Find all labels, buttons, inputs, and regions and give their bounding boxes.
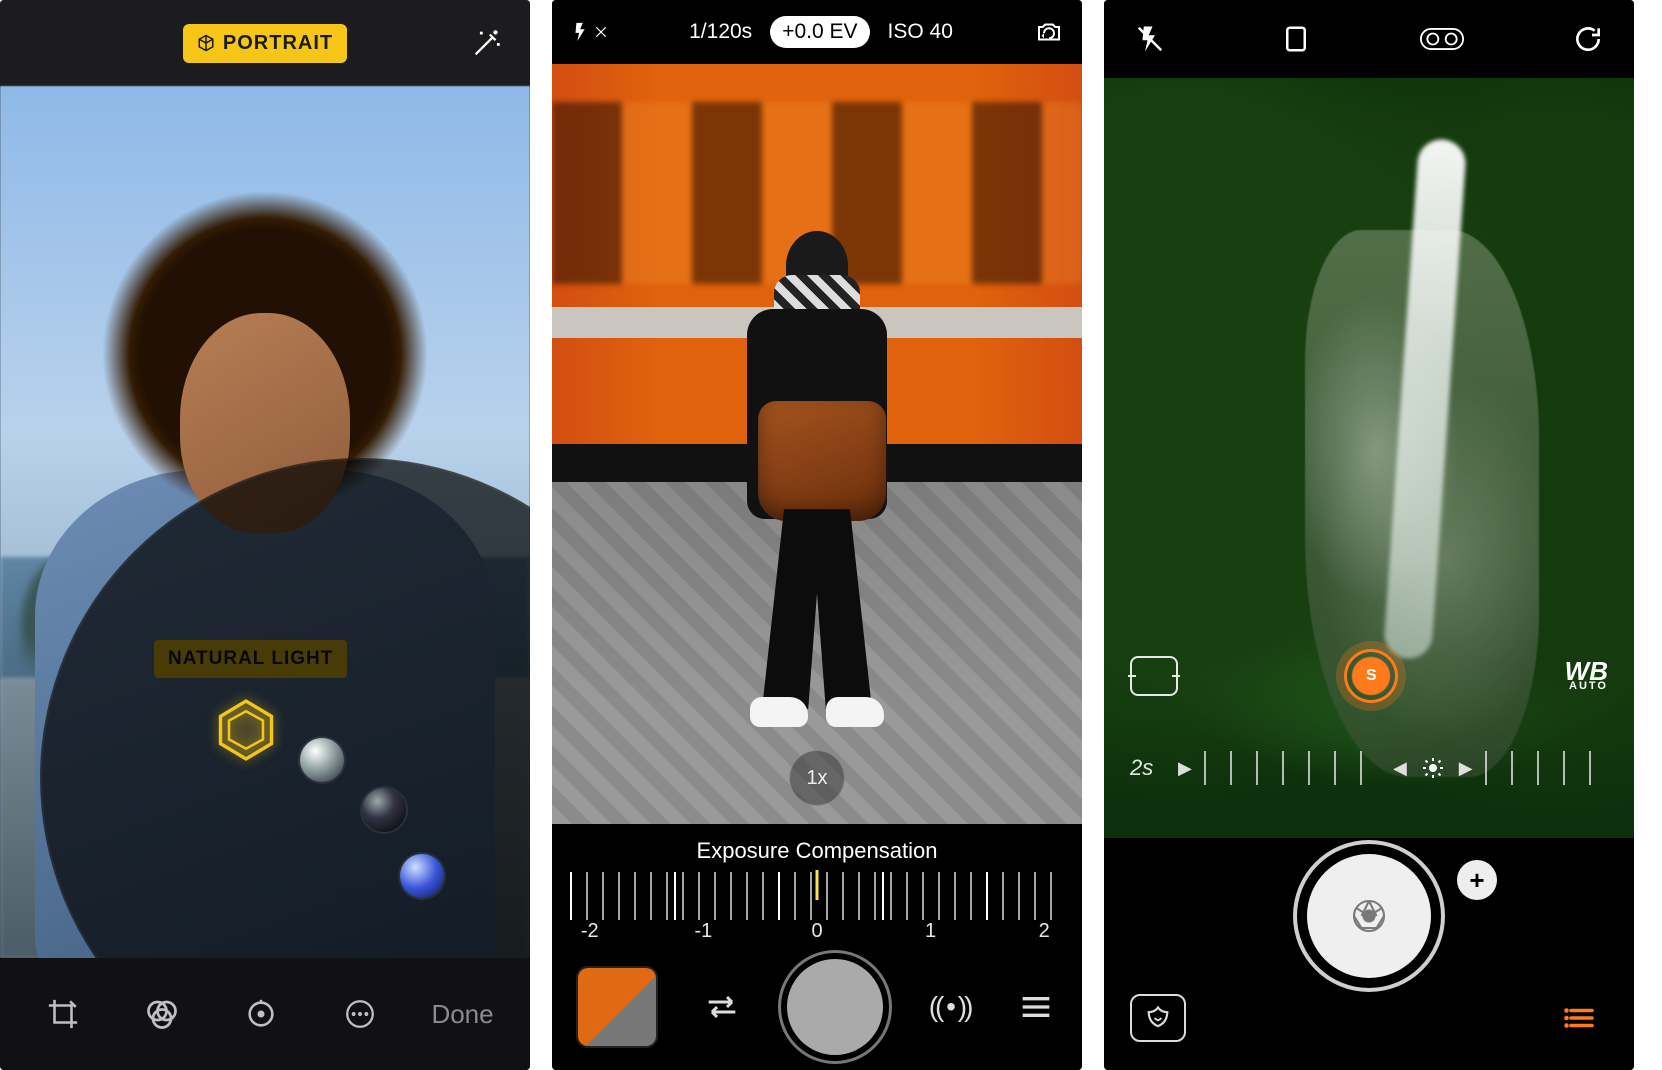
portrait-mode-label: PORTRAIT <box>223 32 333 55</box>
flash-off-button[interactable] <box>1128 17 1172 61</box>
cube-icon <box>197 34 215 52</box>
exposure-compensation-title: Exposure Compensation <box>552 824 1082 868</box>
filters-button[interactable] <box>135 987 189 1041</box>
iso-readout[interactable]: ISO 40 <box>888 20 953 44</box>
editor-topbar: PORTRAIT <box>0 0 530 86</box>
exposure-slider[interactable] <box>570 872 1064 920</box>
aperture-icon <box>1337 884 1401 948</box>
gallery-button[interactable] <box>1130 994 1186 1042</box>
ruler-label: -1 <box>694 920 712 943</box>
lighting-option-2[interactable] <box>300 738 344 782</box>
list-button[interactable] <box>1552 994 1608 1042</box>
scene-person <box>742 231 892 751</box>
ruler-label: 0 <box>811 920 822 943</box>
wb-sublabel: AUTO <box>1565 682 1608 691</box>
camera-bottom-panel: Exposure Compensation -2 -1 0 1 2 (( • )… <box>552 824 1082 1070</box>
ruler-label: 1 <box>925 920 936 943</box>
phone-b: 1/120s +0.0 EV ISO 40 1x Exposure Compen… <box>552 0 1082 1070</box>
shutter-speed-slider[interactable]: 2s ▶ <box>1130 751 1369 785</box>
ev-readout[interactable]: +0.0 EV <box>770 16 869 48</box>
lighting-effect-selected[interactable] <box>210 694 282 766</box>
chevron-left-icon: ◀ <box>1393 758 1407 779</box>
white-balance-button[interactable]: WB AUTO <box>1565 661 1608 691</box>
ruler-label: 2 <box>1039 920 1050 943</box>
shutter-button[interactable] <box>1307 854 1431 978</box>
refresh-button[interactable] <box>1566 17 1610 61</box>
zoom-button[interactable]: 1x <box>789 750 845 806</box>
portrait-mode-badge[interactable]: PORTRAIT <box>183 24 347 63</box>
phone-c: S WB AUTO 2s ▶ ◀ ▶ <box>1104 0 1634 1070</box>
crop-button[interactable] <box>36 987 90 1041</box>
chevron-right-icon: ▶ <box>1459 758 1473 779</box>
flash-toggle[interactable] <box>570 21 608 43</box>
more-button[interactable] <box>333 987 387 1041</box>
exposure-slider[interactable]: ◀ ▶ <box>1393 751 1608 785</box>
aspect-button[interactable] <box>1274 17 1318 61</box>
adjust-button[interactable] <box>234 987 288 1041</box>
autofocus-button[interactable] <box>1130 656 1178 696</box>
mode-shutterpriority-button[interactable]: S <box>1344 649 1398 703</box>
swap-button[interactable] <box>702 987 742 1027</box>
last-photo-thumbnail[interactable] <box>578 968 656 1046</box>
viewfinder-sliders: 2s ▶ ◀ ▶ <box>1104 728 1634 808</box>
dual-lens-button[interactable] <box>1420 17 1464 61</box>
photo-viewport[interactable]: NATURAL LIGHT <box>0 86 530 958</box>
shutter-speed-readout[interactable]: 1/120s <box>689 20 752 44</box>
camera-viewfinder[interactable]: S WB AUTO 2s ▶ ◀ ▶ <box>1104 78 1634 838</box>
editor-bottombar: Done <box>0 958 530 1070</box>
viewfinder-overlay-row: S WB AUTO <box>1104 644 1634 708</box>
phone-a: PORTRAIT NATURAL LIGHT <box>0 0 530 1070</box>
add-button[interactable]: + <box>1457 860 1497 900</box>
camera-flip-button[interactable] <box>1034 17 1064 47</box>
shutter-value-label: 2s <box>1130 755 1166 781</box>
ruler-label: -2 <box>581 920 599 943</box>
magic-wand-button[interactable] <box>466 22 508 64</box>
antishake-button[interactable]: (( • )) <box>929 991 971 1023</box>
lighting-option-3[interactable] <box>362 788 406 832</box>
shutter-button[interactable] <box>787 959 883 1055</box>
camera-viewfinder[interactable]: 1x <box>552 64 1082 824</box>
camera-controls-row: (( • )) <box>552 944 1082 1070</box>
menu-button[interactable] <box>1016 987 1056 1027</box>
brightness-icon <box>1419 754 1447 782</box>
camera-topbar <box>1104 0 1634 78</box>
camera-bottom-panel: + <box>1104 838 1634 1070</box>
done-button[interactable]: Done <box>431 999 493 1030</box>
camera-topbar: 1/120s +0.0 EV ISO 40 <box>552 0 1082 64</box>
lighting-option-4[interactable] <box>400 854 444 898</box>
mode-label: S <box>1366 667 1377 685</box>
chevron-right-icon: ▶ <box>1178 758 1192 779</box>
